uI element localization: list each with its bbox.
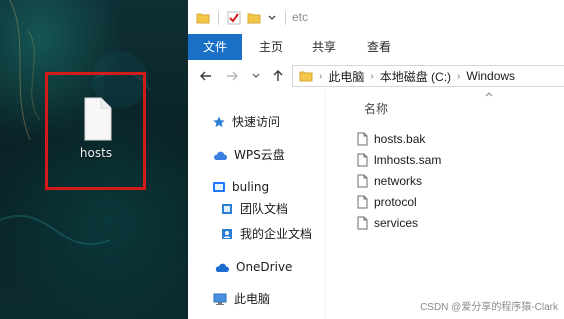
sort-caret-icon [485,92,493,97]
tab-share[interactable]: 共享 [303,34,345,60]
properties-icon[interactable] [227,11,241,25]
quick-access-toolbar [196,9,288,27]
tab-file[interactable]: 文件 [188,34,242,60]
breadcrumb-separator: › [319,70,323,82]
up-arrow-icon [273,70,283,81]
nav-item-label: 团队文档 [240,202,289,216]
desktop: hosts [0,0,188,319]
nav-item-label: 快速访问 [232,115,281,129]
star-icon [213,116,225,128]
nav-item-wps-cloud[interactable]: WPS云盘 [188,144,324,166]
enterprise-docs-icon [222,229,232,239]
file-name: lmhosts.sam [374,153,442,167]
file-name: networks [374,174,423,188]
nav-item-label: OneDrive [236,260,293,274]
file-row[interactable]: protocol [356,192,417,212]
breadcrumb-separator: › [370,70,374,82]
nav-item-onedrive[interactable]: OneDrive [188,256,324,278]
file-icon [84,97,112,141]
nav-item-label: 我的企业文档 [240,227,313,241]
window-title: etc [292,10,309,24]
forward-button[interactable] [224,68,240,84]
nav-item-label: 此电脑 [234,292,271,306]
file-icon [357,174,368,188]
nav-item-label: buling [232,180,270,194]
onedrive-icon [215,263,229,272]
computer-icon [213,293,227,305]
tab-view[interactable]: 查看 [358,34,400,60]
file-icon [357,153,368,167]
back-button[interactable] [198,68,214,84]
file-list: 名称 hosts.bak lmhosts.sam networks protoc… [326,92,564,319]
nav-item-this-pc[interactable]: 此电脑 [188,288,324,310]
forward-arrow-icon [227,71,238,81]
file-icon [357,195,368,209]
address-bar[interactable]: › 此电脑 › 本地磁盘 (C:) › Windows [292,65,564,87]
column-header-name[interactable]: 名称 [364,100,388,117]
recent-locations-button[interactable] [248,68,264,84]
file-name: protocol [374,195,417,209]
nav-item-my-enterprise-docs[interactable]: 我的企业文档 [188,223,324,245]
file-row[interactable]: hosts.bak [356,129,425,149]
breadcrumb-separator: › [457,70,461,82]
breadcrumb-item[interactable]: Windows [466,69,515,83]
cloud-icon [214,151,227,160]
toolbar-separator [285,11,286,25]
nav-item-team-docs[interactable]: 团队文档 [188,198,324,220]
address-bar-row: › 此电脑 › 本地磁盘 (C:) › Windows [188,60,564,93]
folder-icon [299,71,313,82]
file-row[interactable]: services [356,213,418,233]
navigation-pane: 快速访问 WPS云盘 buling 团队文档 我的企业文档 OneDrive 此… [188,92,324,319]
watermark: CSDN @爱分享的程序猿-Clark [420,302,558,313]
new-folder-icon[interactable] [247,12,261,24]
buling-icon [213,182,225,192]
chevron-down-icon [252,73,260,78]
chevron-down-icon[interactable] [267,13,277,23]
up-button[interactable] [270,68,286,84]
breadcrumb-item[interactable]: 本地磁盘 (C:) [380,68,451,85]
file-row[interactable]: networks [356,171,422,191]
title-bar: etc [188,0,564,35]
folder-icon[interactable] [196,12,210,24]
ribbon-tabs: 文件 主页 共享 查看 [188,34,564,61]
desktop-file-hosts[interactable]: hosts [73,96,119,180]
file-icon [357,216,368,230]
back-arrow-icon [200,71,211,81]
file-explorer-window: etc 文件 主页 共享 查看 › 此电脑 › 本地磁盘 (C:) › Wind… [188,0,564,319]
nav-item-label: WPS云盘 [234,148,285,162]
tab-home[interactable]: 主页 [250,34,292,60]
toolbar-separator [218,11,219,25]
team-docs-icon [222,204,232,214]
desktop-file-label: hosts [79,146,113,160]
file-icon [357,132,368,146]
nav-item-buling[interactable]: buling [188,176,324,198]
file-name: hosts.bak [374,132,426,146]
breadcrumb-item[interactable]: 此电脑 [328,68,364,85]
file-name: services [374,216,419,230]
file-row[interactable]: lmhosts.sam [356,150,441,170]
nav-item-quick-access[interactable]: 快速访问 [188,111,324,133]
